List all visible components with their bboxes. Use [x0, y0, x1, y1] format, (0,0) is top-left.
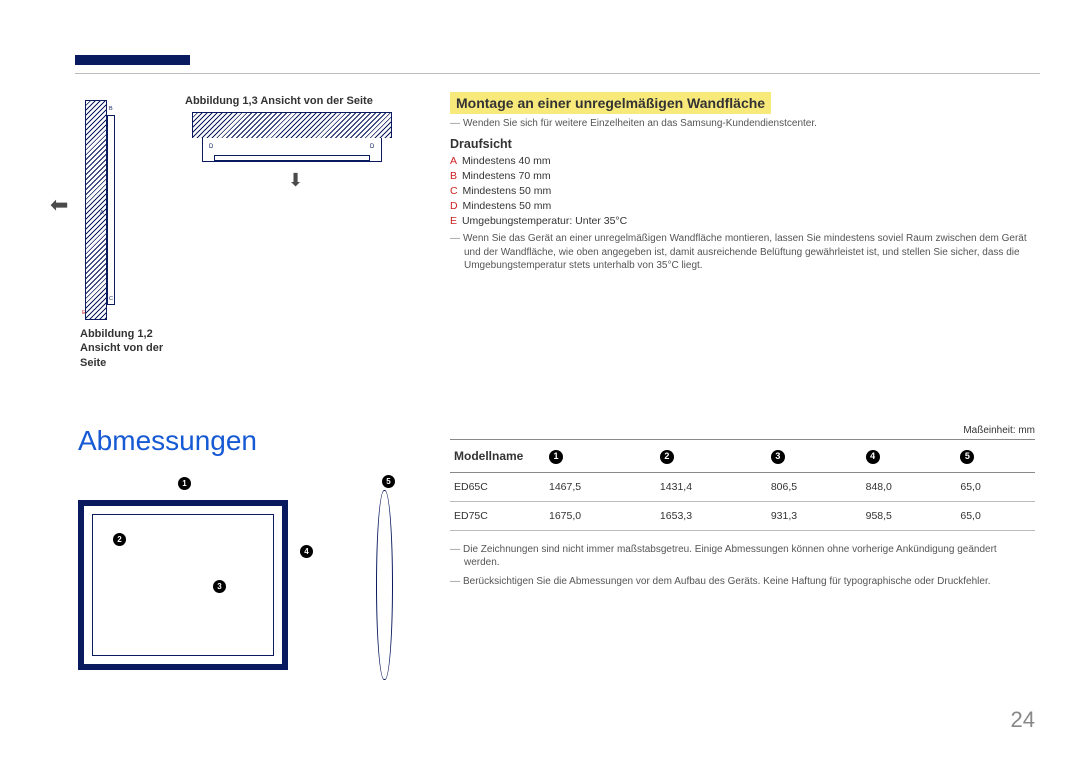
col-1: 1 — [545, 440, 656, 473]
table-row: ED65C 1467,5 1431,4 806,5 848,0 65,0 — [450, 472, 1035, 501]
dimensions-table-section: Maßeinheit: mm Modellname 1 2 3 4 5 ED65… — [450, 425, 1035, 592]
table-row: ED75C 1675,0 1653,3 931,3 958,5 65,0 — [450, 501, 1035, 530]
callout-b: B — [109, 106, 113, 112]
front-view-rect — [78, 500, 288, 670]
left-arrow-icon: ⬅ — [50, 192, 68, 218]
col-4: 4 — [862, 440, 957, 473]
col-5: 5 — [956, 440, 1035, 473]
figure-1-2-label: Abbildung 1,2 Ansicht von der Seite — [80, 327, 190, 370]
dimensions-table: Modellname 1 2 3 4 5 ED65C 1467,5 1431,4… — [450, 439, 1035, 531]
unit-label: Maßeinheit: mm — [450, 425, 1035, 436]
callout-d-right: D — [370, 144, 374, 150]
callout-a: A — [100, 210, 104, 216]
irregular-wall-section: Montage an einer unregelmäßigen Wandfläc… — [450, 92, 1035, 273]
dimensions-diagram: 1 2 3 4 5 — [78, 475, 408, 705]
callout-e: E — [82, 310, 86, 316]
table-header-row: Modellname 1 2 3 4 5 — [450, 440, 1035, 473]
top-view-heading: Draufsicht — [450, 137, 1035, 151]
irregular-wall-title: Montage an einer unregelmäßigen Wandfläc… — [450, 92, 771, 114]
col-3: 3 — [767, 440, 862, 473]
header-accent-bar — [75, 55, 190, 65]
spec-b: B Mindestens 70 mm — [450, 170, 1035, 182]
down-arrow-icon: ⬇ — [288, 170, 303, 191]
contact-note: Wenden Sie sich für weitere Einzelheiten… — [450, 118, 1035, 129]
spec-a: A Mindestens 40 mm — [450, 155, 1035, 167]
figure-1-3-diagram: D D ⬇ — [192, 112, 392, 182]
page-number: 24 — [1011, 707, 1035, 733]
figure-1-3-label: Abbildung 1,3 Ansicht von der Seite — [185, 95, 373, 107]
ventilation-note: Wenn Sie das Gerät an einer unregelmäßig… — [450, 232, 1035, 273]
col-2: 2 — [656, 440, 767, 473]
dim-marker-4: 4 — [300, 545, 313, 558]
spec-e: E Umgebungstemperatur: Unter 35°C — [450, 215, 1035, 227]
header-rule — [75, 73, 1040, 74]
table-note-1: Die Zeichnungen sind nicht immer maßstab… — [450, 543, 1035, 570]
dim-marker-5: 5 — [382, 475, 395, 488]
dim-marker-1: 1 — [178, 477, 191, 490]
spec-d: D Mindestens 50 mm — [450, 200, 1035, 212]
figure-1-2-diagram: B A C E — [85, 100, 125, 320]
spec-c: C Mindestens 50 mm — [450, 185, 1035, 197]
dim-marker-3: 3 — [213, 580, 226, 593]
side-view-shape — [376, 490, 393, 680]
callout-d-left: D — [209, 144, 213, 150]
dimensions-heading: Abmessungen — [78, 425, 257, 457]
table-note-2: Berücksichtigen Sie die Abmessungen vor … — [450, 575, 1035, 589]
dim-marker-2: 2 — [113, 533, 126, 546]
col-model: Modellname — [450, 440, 545, 473]
callout-c: C — [109, 296, 113, 302]
